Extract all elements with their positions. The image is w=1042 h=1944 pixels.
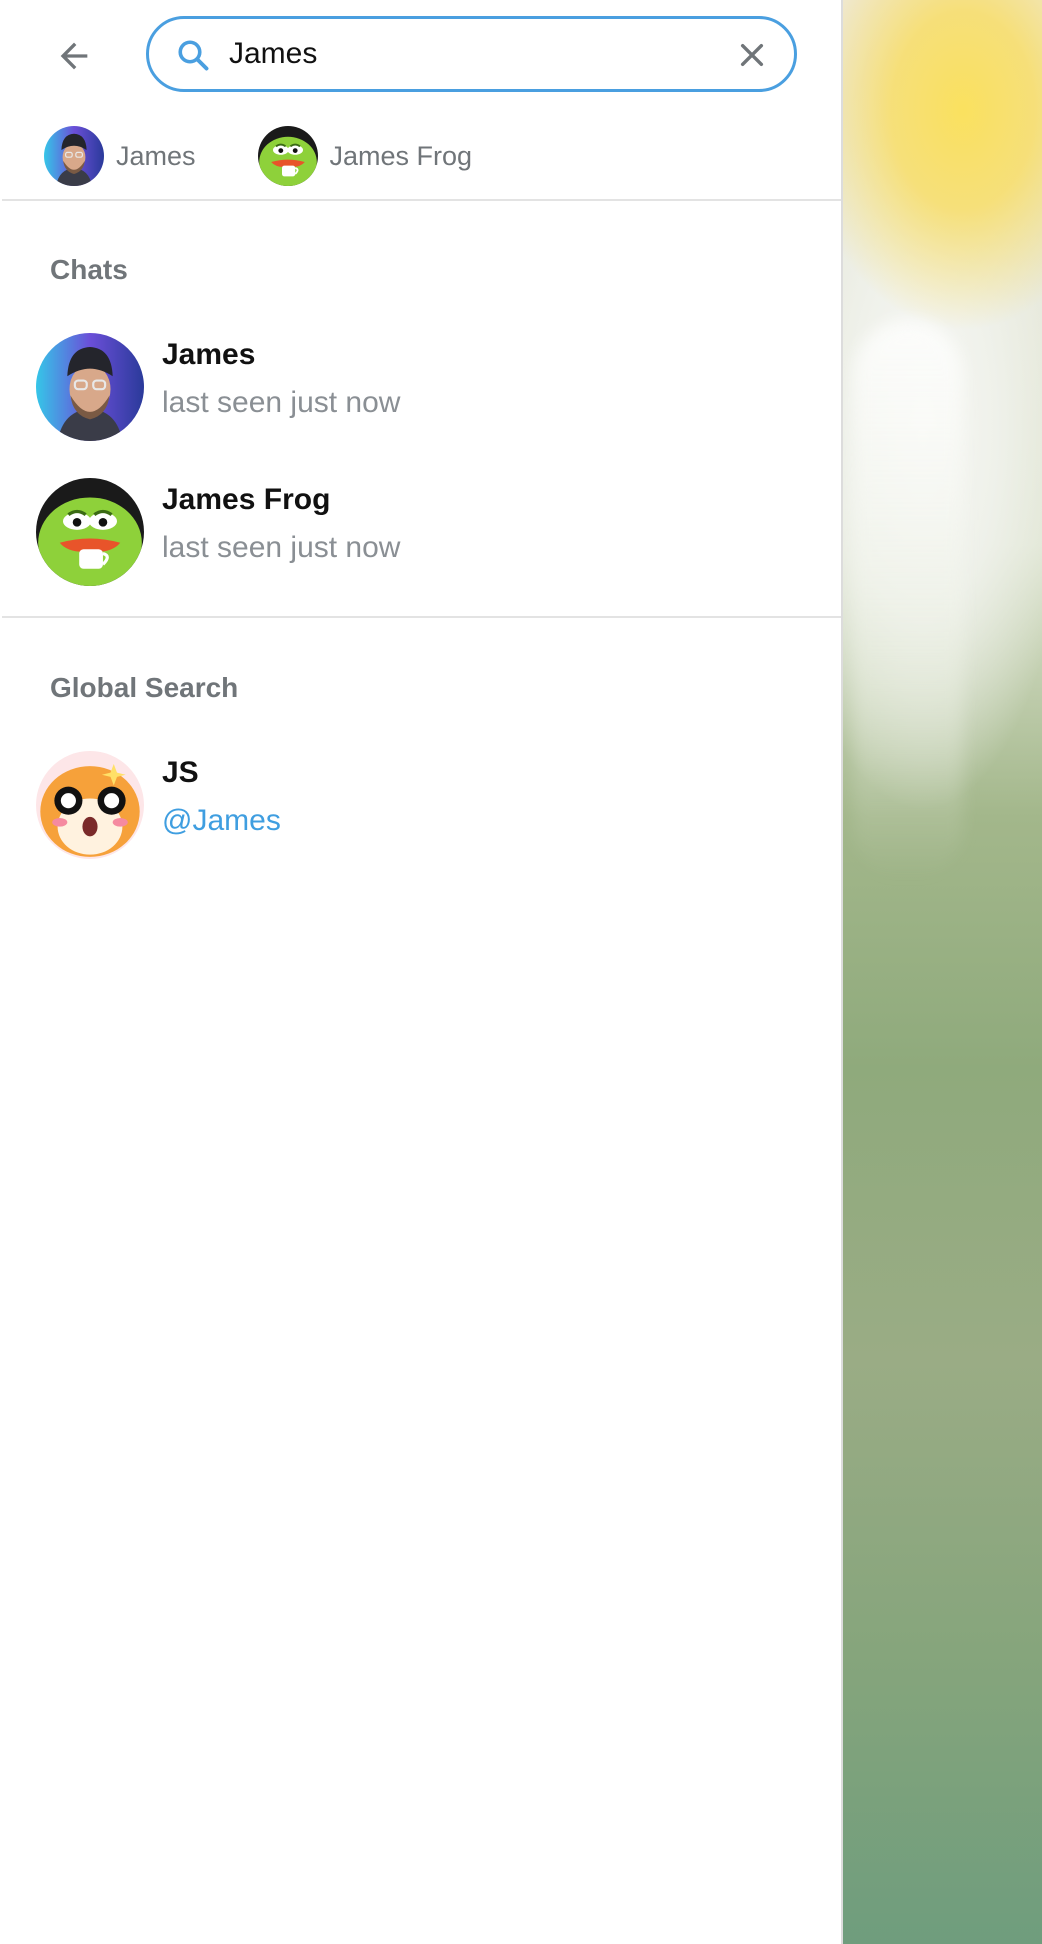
avatar xyxy=(44,126,104,186)
clear-search-button[interactable] xyxy=(730,33,774,77)
result-name: JS xyxy=(162,756,199,789)
search-icon xyxy=(178,40,209,71)
avatar xyxy=(36,333,144,441)
chat-status: last seen just now xyxy=(162,531,401,564)
search-input[interactable] xyxy=(229,29,709,79)
divider xyxy=(2,616,841,618)
recent-peers: James James Frog xyxy=(44,124,534,188)
section-title-global-search: Global Search xyxy=(50,672,239,703)
recent-peer-james-frog[interactable]: James Frog xyxy=(257,126,473,186)
avatar xyxy=(36,478,144,586)
avatar xyxy=(36,751,144,859)
global-row-js[interactable]: JS @James xyxy=(0,730,841,870)
arrow-left-icon xyxy=(60,42,88,70)
result-username: @James xyxy=(162,804,281,837)
recent-peer-label: James xyxy=(116,140,196,171)
chat-row-james[interactable]: James last seen just now xyxy=(0,312,841,452)
chat-row-james-frog[interactable]: James Frog last seen just now xyxy=(0,457,841,597)
search-field[interactable] xyxy=(146,16,797,92)
close-icon xyxy=(740,43,764,67)
chat-name: James Frog xyxy=(162,483,331,516)
search-panel: James James Frog xyxy=(0,0,843,1944)
back-button[interactable] xyxy=(44,28,104,84)
divider xyxy=(2,199,841,201)
chat-status: last seen just now xyxy=(162,386,401,419)
chat-wallpaper xyxy=(843,0,1042,1944)
recent-peer-james[interactable]: James xyxy=(44,126,196,186)
avatar xyxy=(257,126,318,186)
recent-peer-label: James Frog xyxy=(329,140,473,171)
section-title-chats: Chats xyxy=(50,254,128,285)
chat-name: James xyxy=(162,338,256,371)
